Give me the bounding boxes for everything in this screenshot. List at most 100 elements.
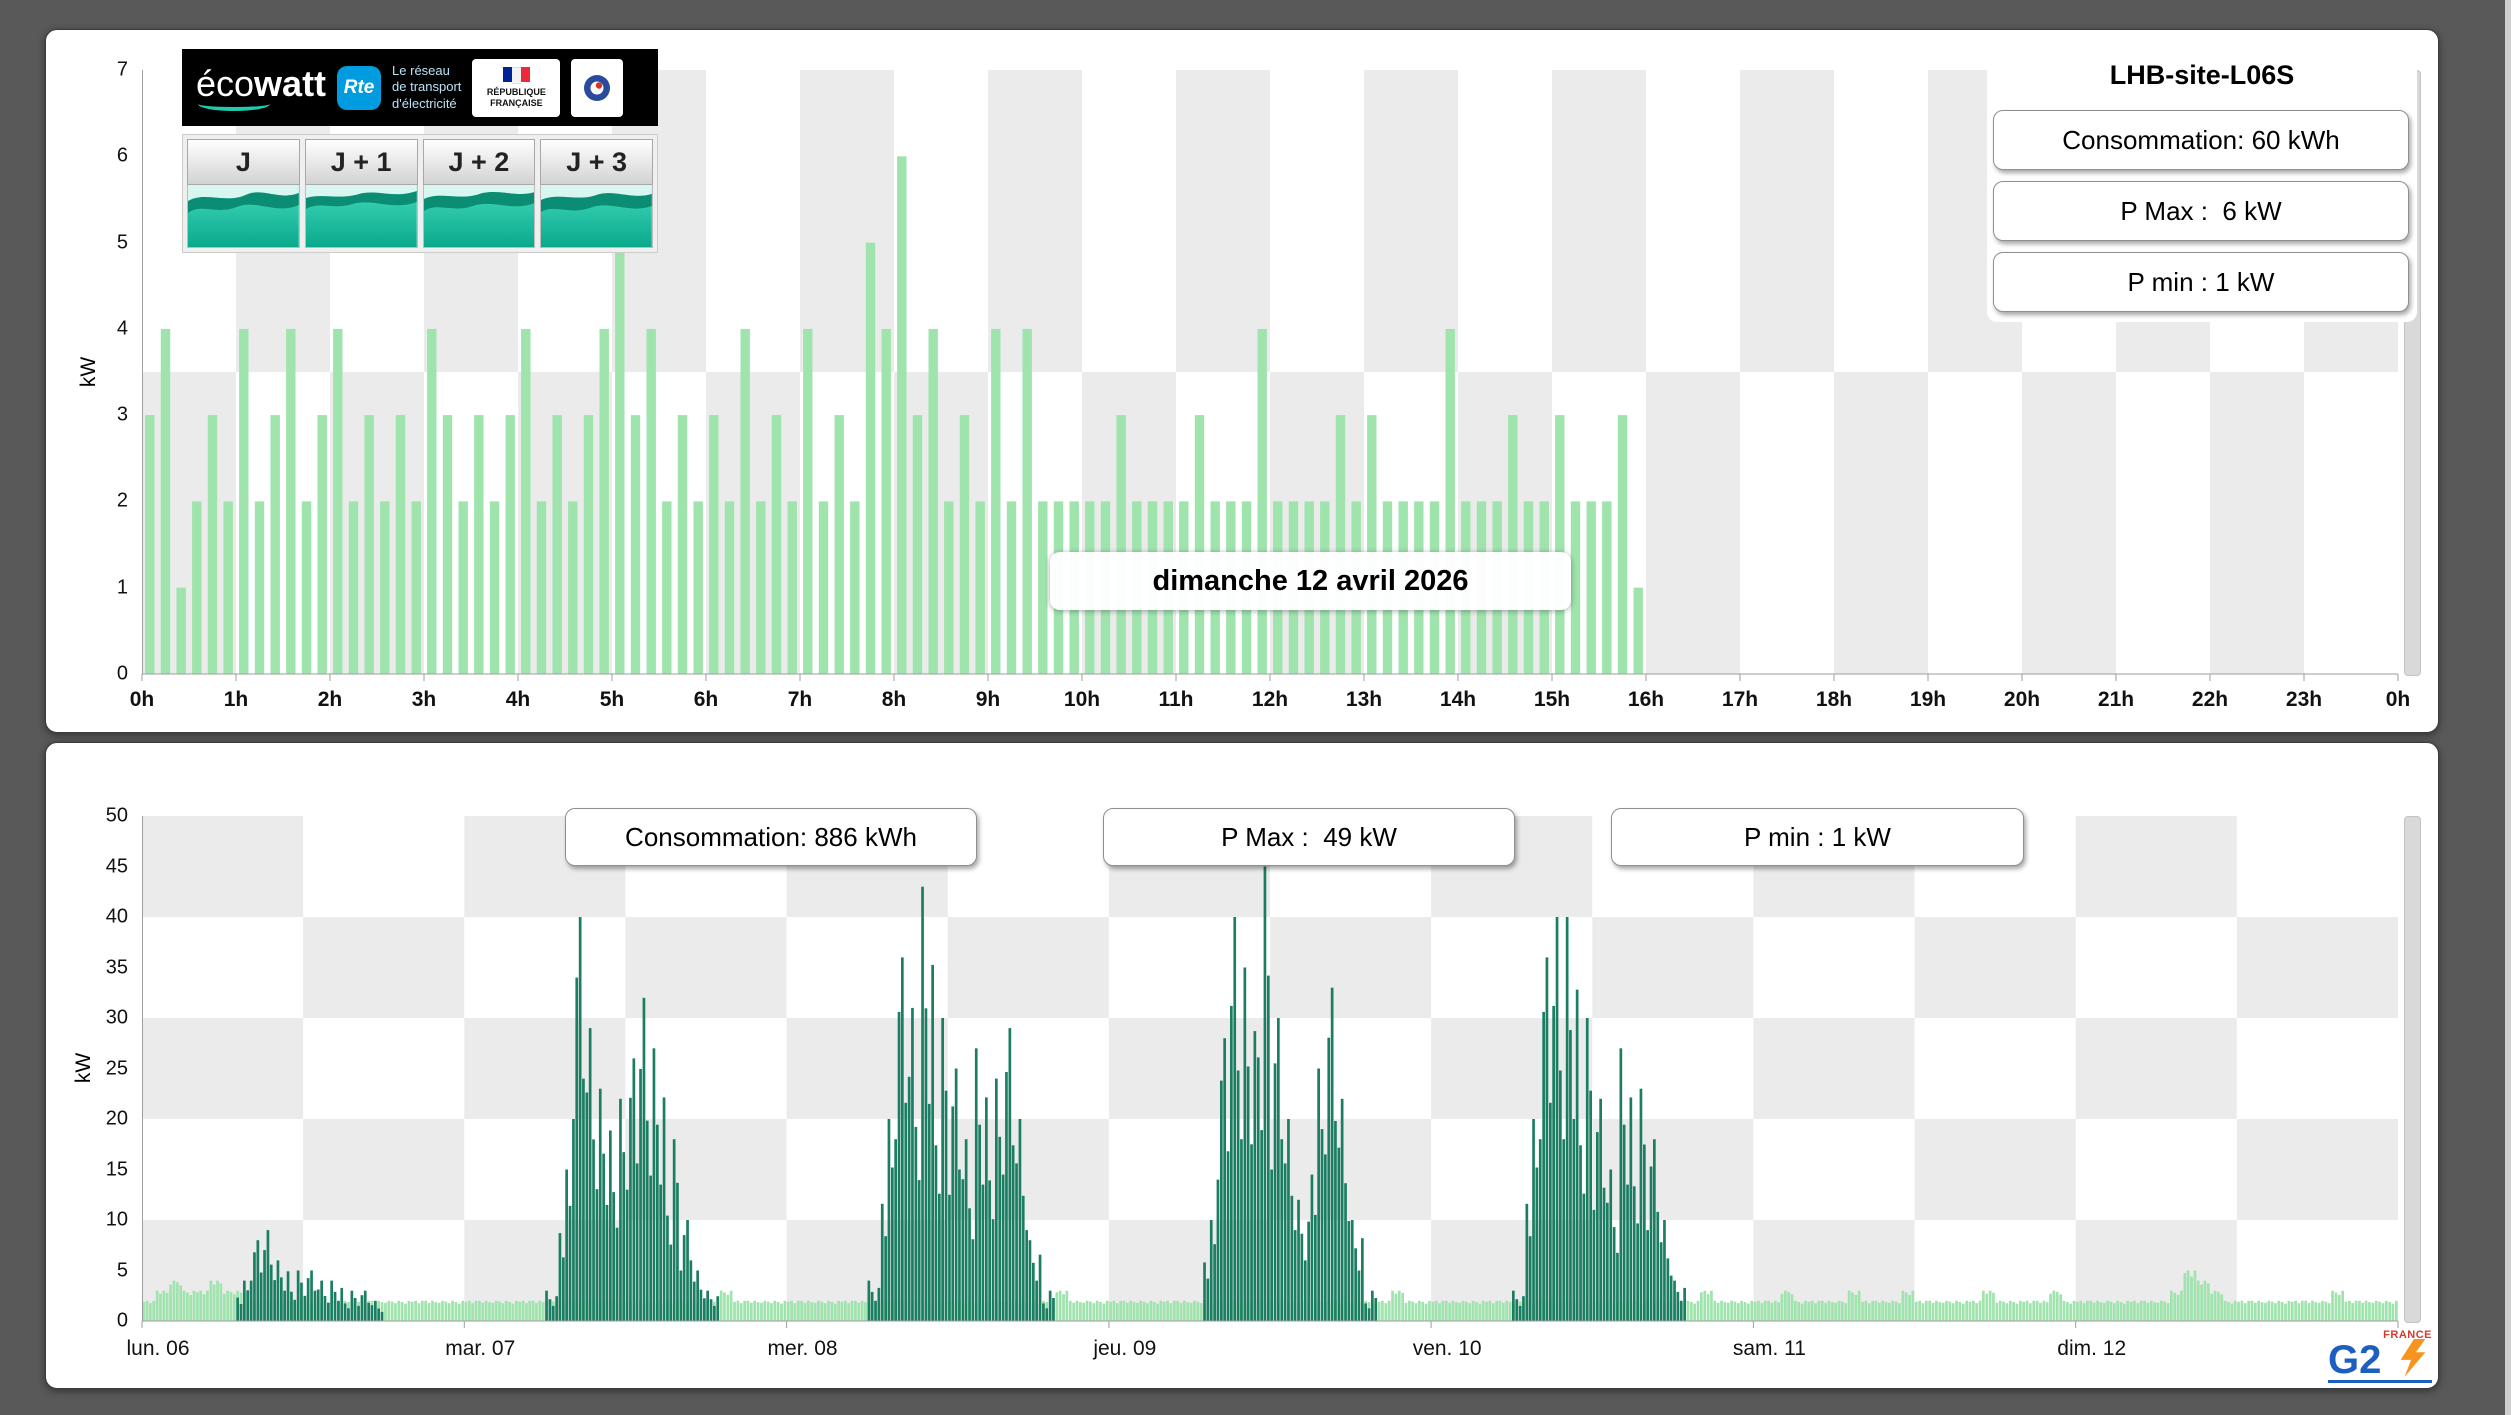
weekly-pmin-box: P min : 1 kW bbox=[1611, 808, 2024, 866]
weekly-chart-svg bbox=[141, 816, 2399, 1328]
weekly-chart-scrollbar[interactable] bbox=[2404, 816, 2421, 1323]
tab-day-j2-forecast-thumbnail[interactable] bbox=[422, 185, 536, 248]
daily-chart-panel: kW 0 1 2 3 4 5 6 7 0h 1h 2h 3h 4h 5h 6h 7h 8h 9h 10h 11h 12h… bbox=[45, 29, 2439, 733]
weekly-y-tick-label: 20 bbox=[105, 1107, 128, 1130]
weekly-consumption-chart[interactable]: 0 5 10 15 20 25 30 35 40 45 50 lun. 06 mar. 07 mer. 0… bbox=[106, 805, 2399, 1360]
agency-crest-icon bbox=[584, 74, 611, 101]
daily-y-tick-label: 0 bbox=[116, 662, 128, 685]
weekly-y-tick-label: 25 bbox=[105, 1057, 128, 1079]
daily-y-tick-label: 1 bbox=[116, 576, 128, 599]
ecowatt-logo: écowatt bbox=[196, 65, 326, 111]
rte-tagline-line2: de transport bbox=[392, 79, 462, 95]
rte-tagline-line1: Le réseau bbox=[392, 63, 450, 79]
daily-x-tick-label: 20h bbox=[2003, 688, 2041, 711]
tab-day-j3[interactable]: J + 3 bbox=[540, 139, 653, 248]
weekly-y-tick-label: 50 bbox=[105, 804, 128, 827]
tab-day-j1[interactable]: J + 1 bbox=[304, 139, 418, 248]
site-name: LHB-site-L06S bbox=[2109, 60, 2295, 90]
screen-edge-strip bbox=[2505, 0, 2511, 1415]
daily-x-tick-label: 11h bbox=[1158, 688, 1194, 711]
daily-x-tick-label: 6h bbox=[693, 688, 719, 711]
daily-pmin-box: P min : 1 kW bbox=[1993, 252, 2409, 312]
weekly-x-tick-label: mar. 07 bbox=[445, 1337, 516, 1360]
ecowatt-dashboard: kW 0 1 2 3 4 5 6 7 0h 1h 2h 3h 4h 5h 6h 7h 8h 9h 10h 11h 12h… bbox=[0, 0, 2511, 1415]
tab-day-j-forecast-thumbnail[interactable] bbox=[187, 185, 300, 248]
daily-x-tick-label: 14h bbox=[1439, 688, 1477, 711]
daily-x-tick-label: 0h bbox=[129, 688, 155, 711]
daily-y-tick-label: 7 bbox=[116, 58, 128, 81]
agency-logo bbox=[571, 58, 624, 117]
g2e-logo: G2 FRANCE bbox=[2328, 1329, 2432, 1383]
forecast-wave-icon bbox=[188, 185, 299, 247]
daily-y-tick-label: 2 bbox=[116, 489, 128, 512]
weekly-y-axis-title: kW bbox=[72, 1052, 95, 1084]
forecast-wave-icon bbox=[423, 185, 535, 247]
daily-x-tick-label: 1h bbox=[223, 688, 249, 711]
daily-x-tick-label: 22h bbox=[2191, 688, 2229, 711]
weekly-chart-panel: kW 0 5 10 15 20 25 30 35 40 45 50 lun. 06 mar. 07 mer… bbox=[45, 742, 2439, 1389]
plot-background bbox=[142, 816, 2398, 1321]
tab-day-j3-forecast-thumbnail[interactable] bbox=[540, 185, 653, 248]
forecast-wave-icon bbox=[541, 185, 652, 247]
weekly-consumption-box: Consommation: 886 kWh bbox=[565, 808, 977, 866]
rte-logo: Rte bbox=[337, 65, 382, 110]
daily-x-tick-label: 21h bbox=[2097, 688, 2135, 711]
daily-x-tick-label: 19h bbox=[1909, 688, 1947, 711]
daily-y-tick-label: 4 bbox=[116, 317, 128, 340]
weekly-x-tick-label: jeu. 09 bbox=[1093, 1337, 1157, 1360]
tab-day-j[interactable]: J bbox=[187, 139, 300, 248]
tab-day-j2[interactable]: J + 2 bbox=[422, 139, 536, 248]
lightning-icon bbox=[2400, 1339, 2426, 1377]
republique-francaise-text: RÉPUBLIQUE FRANÇAISE bbox=[486, 87, 546, 108]
daily-x-tick-label: 18h bbox=[1815, 688, 1853, 711]
daily-y-axis-title: kW bbox=[77, 356, 100, 388]
forecast-day-tabs: J J + 1 J + 2 J + 3 bbox=[182, 134, 658, 253]
weekly-y-tick-label: 40 bbox=[105, 905, 128, 928]
weekly-x-tick-label: sam. 11 bbox=[1732, 1337, 1806, 1360]
daily-x-tick-label: 17h bbox=[1721, 688, 1759, 711]
site-summary-card: LHB-site-L06S Consommation: 60 kWh P Max… bbox=[1987, 44, 2417, 322]
tab-day-j3-label[interactable]: J + 3 bbox=[540, 139, 653, 185]
weekly-y-tick-label: 35 bbox=[105, 956, 128, 978]
weekly-x-tick-label: ven. 10 bbox=[1412, 1337, 1482, 1360]
ecowatt-swoosh-icon bbox=[198, 97, 270, 111]
weekly-pmax-box: P Max : 49 kW bbox=[1103, 808, 1515, 866]
weekly-y-tick-label: 10 bbox=[105, 1208, 128, 1231]
daily-x-tick-label: 13h bbox=[1345, 688, 1383, 711]
daily-y-tick-label: 3 bbox=[116, 403, 128, 426]
daily-y-tick-label: 6 bbox=[116, 144, 128, 167]
weekly-x-tick-label: dim. 12 bbox=[2057, 1337, 2127, 1360]
daily-pmax-box: P Max : 6 kW bbox=[1993, 181, 2409, 241]
daily-x-tick-label: 0h bbox=[2385, 688, 2411, 711]
g2e-underline bbox=[2328, 1380, 2432, 1383]
tab-day-j2-label[interactable]: J + 2 bbox=[422, 139, 536, 185]
tab-day-j1-forecast-thumbnail[interactable] bbox=[304, 185, 418, 248]
weekly-x-tick-label: lun. 06 bbox=[126, 1337, 190, 1360]
daily-x-tick-label: 16h bbox=[1627, 688, 1665, 711]
daily-x-tick-label: 4h bbox=[505, 688, 531, 711]
weekly-y-tick-label: 15 bbox=[105, 1158, 128, 1180]
weekly-x-tick-label: mer. 08 bbox=[767, 1337, 838, 1360]
daily-x-tick-label: 9h bbox=[975, 688, 1001, 711]
daily-y-tick-label: 5 bbox=[116, 231, 128, 254]
weekly-y-tick-label: 0 bbox=[116, 1309, 128, 1332]
daily-consumption-box: Consommation: 60 kWh bbox=[1993, 110, 2409, 170]
french-flag-icon bbox=[502, 67, 530, 85]
daily-x-tick-label: 2h bbox=[317, 688, 343, 711]
weekly-y-tick-label: 45 bbox=[105, 855, 128, 877]
daily-x-tick-label: 23h bbox=[2285, 688, 2323, 711]
daily-x-tick-label: 3h bbox=[411, 688, 437, 711]
forecast-wave-icon bbox=[305, 185, 417, 247]
daily-x-tick-label: 5h bbox=[599, 688, 625, 711]
daily-x-tick-label: 10h bbox=[1063, 688, 1101, 711]
tab-day-j-label[interactable]: J bbox=[187, 139, 300, 185]
tab-day-j1-label[interactable]: J + 1 bbox=[304, 139, 418, 185]
daily-x-tick-label: 7h bbox=[787, 688, 813, 711]
republique-francaise-logo: RÉPUBLIQUE FRANÇAISE bbox=[472, 58, 561, 117]
selected-date-label: dimanche 12 avril 2026 bbox=[1050, 552, 1571, 610]
weekly-y-tick-label: 30 bbox=[105, 1006, 128, 1029]
rte-tagline: Le réseau de transport d'électricité bbox=[392, 63, 461, 112]
ecowatt-banner: écowatt Rte Le réseau de transport d'éle… bbox=[182, 49, 658, 126]
weekly-y-tick-label: 5 bbox=[116, 1259, 128, 1281]
daily-x-tick-label: 15h bbox=[1533, 688, 1571, 711]
